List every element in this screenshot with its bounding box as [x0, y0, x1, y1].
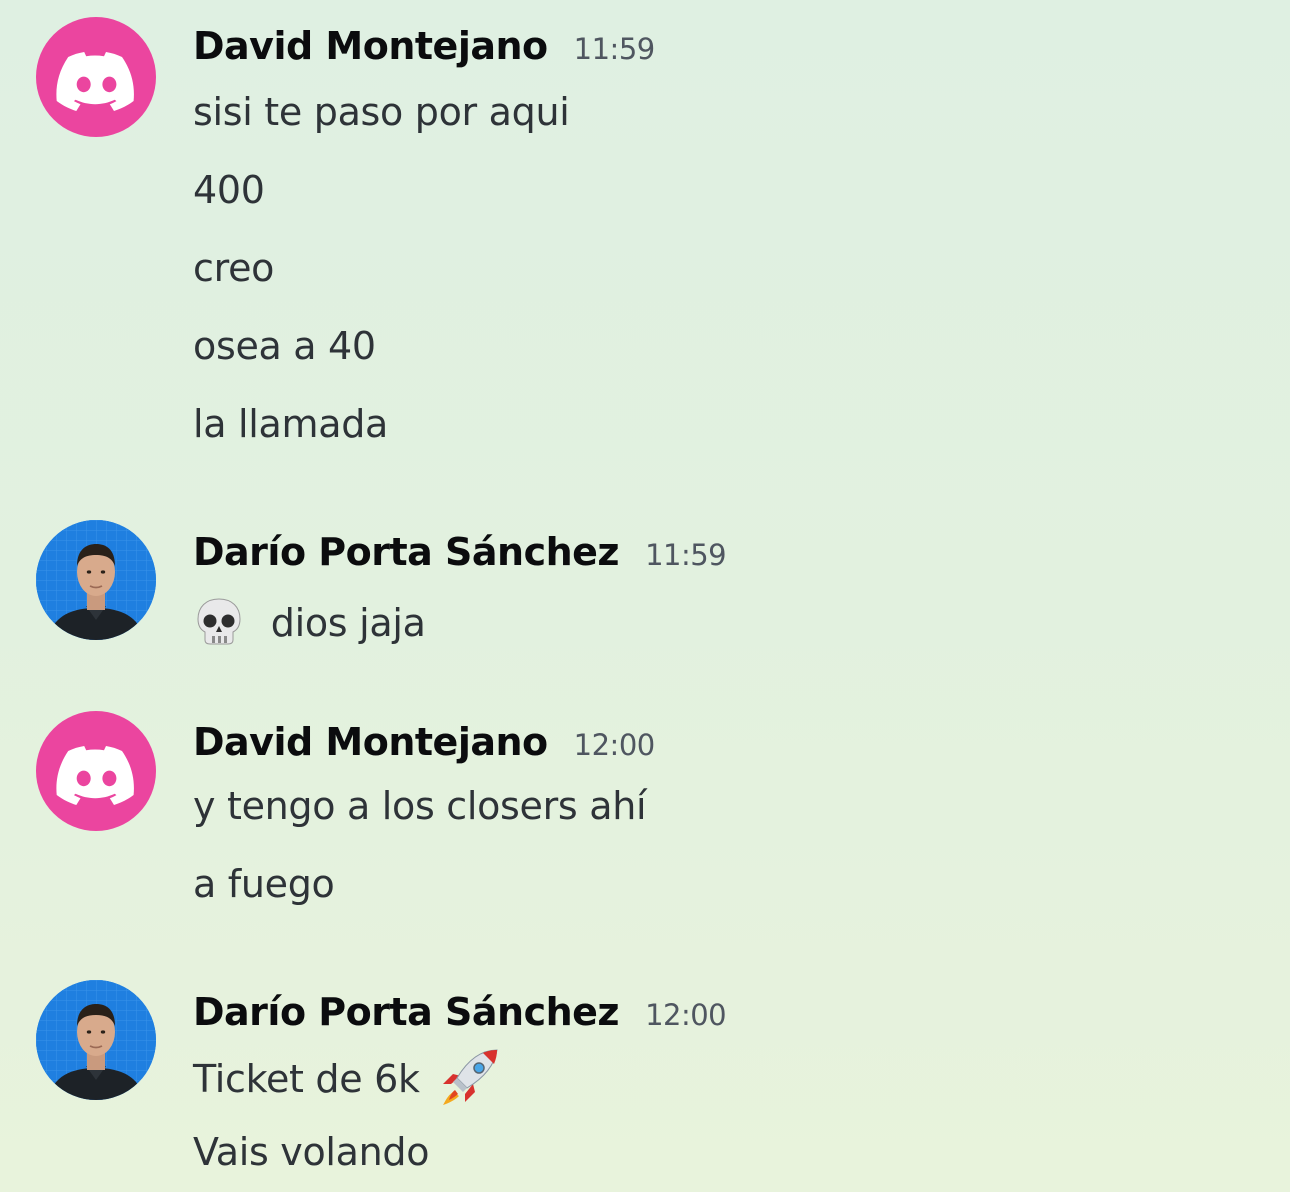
message-text-row: Ticket de 6k — [193, 1048, 501, 1115]
message-text: osea a 40 — [193, 324, 376, 368]
timestamp[interactable]: 12:00 — [645, 998, 727, 1032]
message-text: Ticket de 6k — [193, 1057, 420, 1101]
message-group: Darío Porta Sánchez 11:59 dios jaja — [0, 504, 1290, 664]
timestamp[interactable]: 12:00 — [574, 728, 656, 762]
avatar[interactable] — [36, 980, 156, 1100]
username[interactable]: David Montejano — [193, 720, 548, 764]
rocket-emoji — [439, 1048, 501, 1115]
message-text: 400 — [193, 168, 265, 212]
avatar[interactable] — [36, 17, 156, 137]
discord-logo-icon — [56, 746, 134, 805]
message-header: Darío Porta Sánchez 12:00 — [193, 990, 727, 1034]
avatar[interactable] — [36, 711, 156, 831]
message-text: dios jaja — [270, 601, 426, 645]
timestamp[interactable]: 11:59 — [645, 538, 727, 572]
avatar[interactable] — [36, 520, 156, 640]
message-header: David Montejano 11:59 — [193, 24, 655, 68]
user-photo — [36, 520, 156, 640]
username[interactable]: Darío Porta Sánchez — [193, 990, 620, 1034]
message-text: Vais volando — [193, 1130, 430, 1174]
message-header: Darío Porta Sánchez 11:59 — [193, 530, 727, 574]
discord-logo-icon — [56, 52, 134, 111]
skull-emoji — [193, 596, 245, 655]
message-group: Darío Porta Sánchez 12:00 Ticket de 6k V… — [0, 964, 1290, 1192]
timestamp[interactable]: 11:59 — [574, 32, 656, 66]
message-text-row: dios jaja — [193, 596, 426, 655]
message-text: la llamada — [193, 402, 389, 446]
message-group: David Montejano 11:59 sisi te paso por a… — [0, 0, 1290, 470]
message-text: a fuego — [193, 862, 335, 906]
message-text: y tengo a los closers ahí — [193, 784, 647, 828]
message-header: David Montejano 12:00 — [193, 720, 655, 764]
username[interactable]: Darío Porta Sánchez — [193, 530, 620, 574]
message-group: David Montejano 12:00 y tengo a los clos… — [0, 696, 1290, 926]
username[interactable]: David Montejano — [193, 24, 548, 68]
user-photo — [36, 980, 156, 1100]
message-text: sisi te paso por aqui — [193, 90, 570, 134]
message-text: creo — [193, 246, 275, 290]
